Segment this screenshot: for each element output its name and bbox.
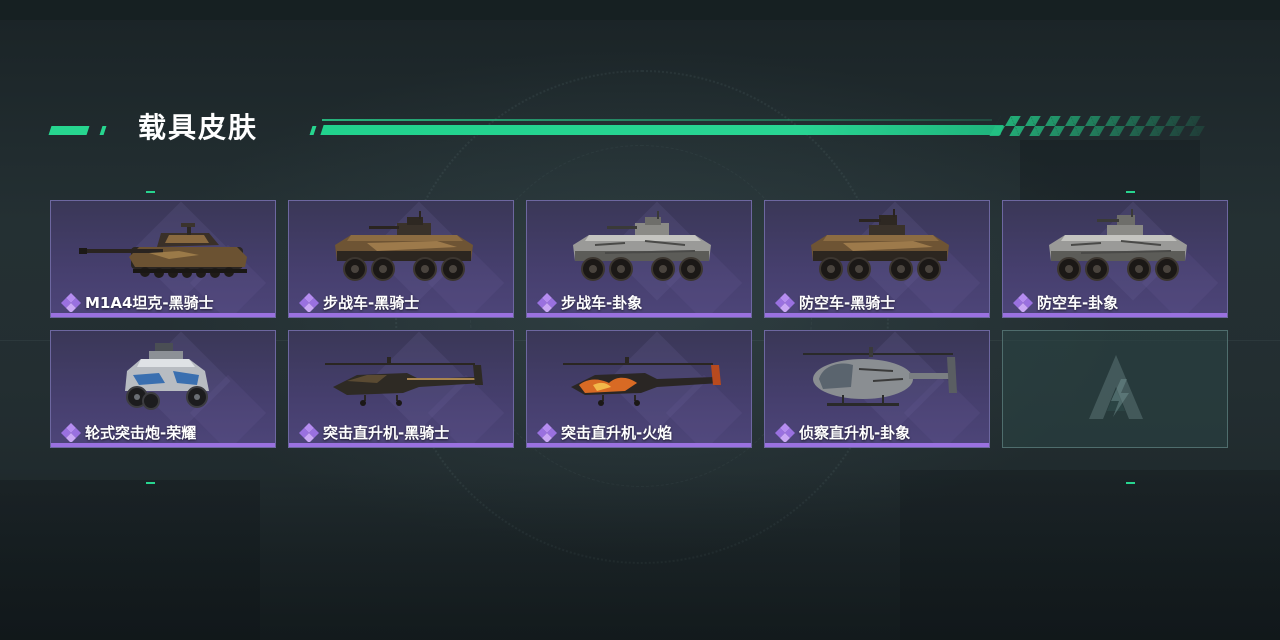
tank-icon	[79, 223, 247, 278]
skin-card[interactable]: 突击直升机-黑骑士	[288, 330, 514, 448]
top-band	[0, 0, 1280, 20]
header-accent-bar	[48, 126, 90, 135]
game-logo-icon	[1089, 355, 1143, 419]
card-underline	[765, 443, 989, 447]
skin-card[interactable]: 步战车-黑骑士	[288, 200, 514, 318]
skin-label-row: M1A4坦克-黑骑士	[61, 291, 214, 313]
corner-tick	[146, 191, 155, 193]
header-line	[320, 125, 1004, 135]
skin-name: 侦察直升机-卦象	[799, 423, 911, 442]
skin-label-row: 侦察直升机-卦象	[775, 421, 910, 443]
card-underline	[765, 313, 989, 317]
skin-label-row: 步战车-黑骑士	[299, 291, 419, 313]
buggy-icon	[125, 343, 209, 410]
header-checker-pattern	[989, 116, 1211, 136]
attack-helicopter-icon	[325, 357, 483, 406]
rarity-gem-icon	[537, 423, 557, 442]
empty-skin-slot	[1002, 330, 1228, 448]
ifv-icon	[573, 211, 711, 281]
skin-name: 防空车-卦象	[1037, 293, 1119, 312]
card-underline	[1003, 313, 1227, 317]
header-accent-bar	[99, 126, 107, 135]
scout-helicopter-icon	[803, 347, 957, 406]
skin-card[interactable]: 轮式突击炮-荣耀	[50, 330, 276, 448]
rarity-gem-icon	[775, 293, 795, 312]
skin-name: 轮式突击炮-荣耀	[85, 423, 197, 442]
aa-vehicle-icon	[811, 209, 949, 281]
skin-card[interactable]: 防空车-卦象	[1002, 200, 1228, 318]
card-underline	[51, 313, 275, 317]
skin-name: 步战车-卦象	[561, 293, 643, 312]
skin-card[interactable]: M1A4坦克-黑骑士	[50, 200, 276, 318]
header-accent-bar	[309, 126, 317, 135]
card-underline	[289, 313, 513, 317]
rarity-gem-icon	[537, 293, 557, 312]
card-underline	[527, 313, 751, 317]
rarity-gem-icon	[61, 423, 81, 442]
skin-name: 突击直升机-火焰	[561, 423, 673, 442]
background-shape	[1020, 140, 1200, 200]
corner-tick	[1126, 191, 1135, 193]
rarity-gem-icon	[775, 423, 795, 442]
skin-name: 步战车-黑骑士	[323, 293, 420, 312]
skin-label-row: 轮式突击炮-荣耀	[61, 421, 196, 443]
skin-grid: M1A4坦克-黑骑士 步战车-黑骑士 步战车-卦象 防空车-黑骑士 防空车-卦象…	[50, 200, 1230, 450]
skin-label-row: 防空车-黑骑士	[775, 291, 895, 313]
skin-card[interactable]: 侦察直升机-卦象	[764, 330, 990, 448]
rarity-gem-icon	[1013, 293, 1033, 312]
skin-card[interactable]: 突击直升机-火焰	[526, 330, 752, 448]
corner-tick	[1126, 482, 1135, 484]
skin-label-row: 防空车-卦象	[1013, 291, 1118, 313]
skin-name: M1A4坦克-黑骑士	[85, 293, 214, 312]
card-underline	[527, 443, 751, 447]
section-title: 载具皮肤	[138, 111, 259, 144]
skin-card[interactable]: 步战车-卦象	[526, 200, 752, 318]
corner-tick	[146, 482, 155, 484]
attack-helicopter-icon	[563, 357, 721, 406]
rarity-gem-icon	[299, 423, 319, 442]
skin-label-row: 步战车-卦象	[537, 291, 642, 313]
rarity-gem-icon	[299, 293, 319, 312]
rarity-gem-icon	[61, 293, 81, 312]
skin-name: 突击直升机-黑骑士	[323, 423, 450, 442]
skin-card[interactable]: 防空车-黑骑士	[764, 200, 990, 318]
aa-vehicle-icon	[1049, 209, 1187, 281]
header-thin-line	[322, 119, 992, 121]
skin-label-row: 突击直升机-黑骑士	[299, 421, 449, 443]
card-underline	[51, 443, 275, 447]
card-underline	[289, 443, 513, 447]
skin-label-row: 突击直升机-火焰	[537, 421, 672, 443]
background-city	[0, 470, 1280, 640]
skin-name: 防空车-黑骑士	[799, 293, 896, 312]
ifv-icon	[335, 211, 473, 281]
vehicle-skins-screen: 载具皮肤 M1A4坦克-黑骑士 步战车-黑骑士 步战车-卦象 防空车-黑骑士 防…	[0, 0, 1280, 640]
